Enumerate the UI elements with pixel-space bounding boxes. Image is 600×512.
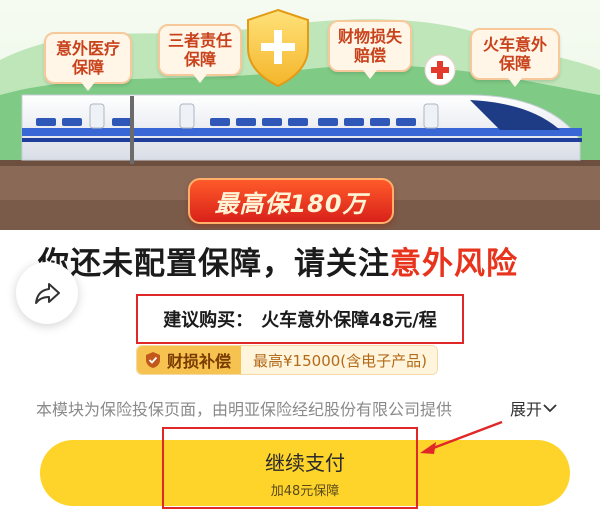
expand-link[interactable]: 展开 — [510, 396, 558, 420]
suggestion-box: 建议购买： 火车意外保障48元/程 — [136, 294, 464, 344]
chevron-down-icon — [543, 404, 557, 413]
suggestion-label: 建议购买： — [163, 310, 254, 331]
benefit-tag-detail: 最高¥15000(含电子产品) — [241, 346, 437, 374]
headline-accent: 意外风险 — [390, 246, 518, 282]
bubble-property-loss: 财物损失赔偿 — [328, 20, 412, 79]
benefit-tag: 财损补偿 最高¥15000(含电子产品) — [136, 345, 438, 375]
bubble-third-party-liability: 三者责任保障 — [158, 24, 242, 83]
pay-highlight-box — [162, 427, 418, 509]
annotation-arrow-icon — [420, 420, 503, 454]
disclaimer: 本模块为保险投保页面，由明亚保险经纪股份有限公司提供 展开 — [36, 396, 576, 420]
benefit-tag-name-block: 财损补偿 — [137, 346, 242, 374]
hero-illustration: 意外医疗保障 三者责任保障 财物损失赔偿 火车意外保障 最高保180万 — [0, 0, 600, 230]
max-coverage-banner: 最高保180万 — [188, 178, 394, 224]
headline-prefix: 你还未配置保障，请关注 — [38, 246, 390, 282]
bubble-accident-medical: 意外医疗保障 — [44, 32, 132, 91]
share-icon — [35, 283, 60, 304]
page-headline: 你还未配置保障，请关注意外风险 — [38, 238, 578, 283]
bubble-train-accident: 火车意外保障 — [470, 28, 560, 87]
benefit-tag-name: 财损补偿 — [167, 352, 232, 371]
suggestion-value: 火车意外保障48元/程 — [261, 310, 437, 331]
disclaimer-text: 本模块为保险投保页面，由明亚保险经纪股份有限公司提供 — [36, 400, 453, 419]
shield-check-icon — [146, 352, 160, 368]
expand-label: 展开 — [510, 400, 543, 419]
share-button[interactable] — [16, 262, 78, 324]
